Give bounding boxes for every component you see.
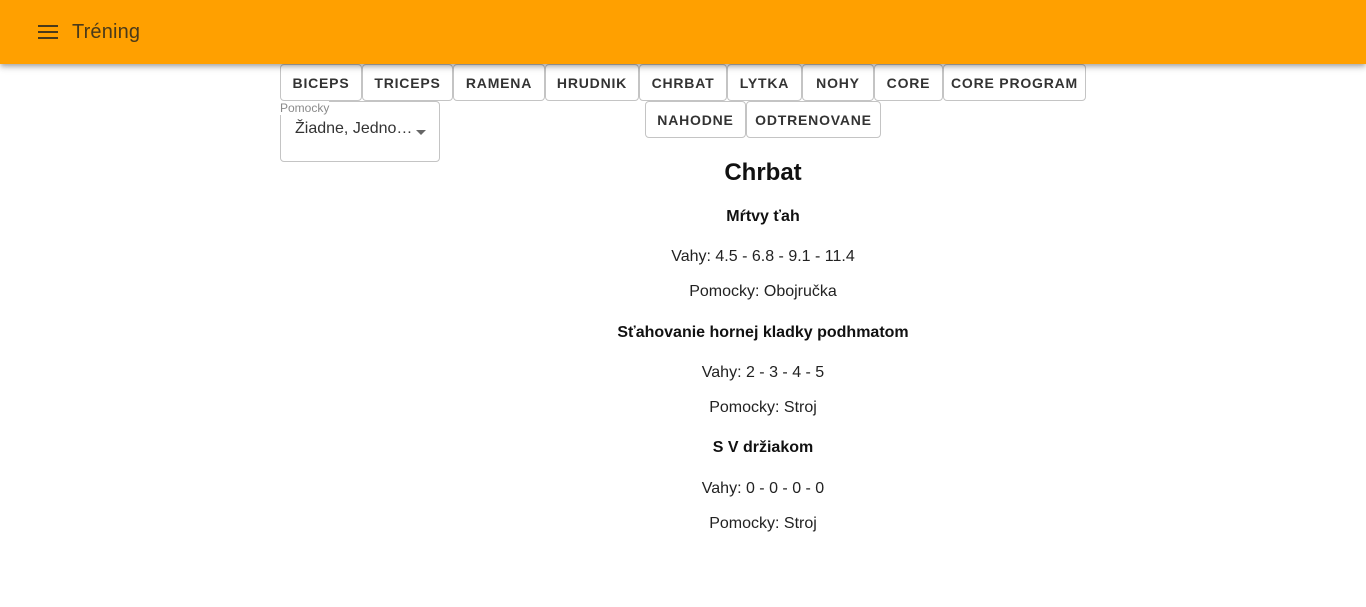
exercise-tools: Pomocky: Stroj <box>709 399 817 416</box>
section-title: Chrbat <box>724 159 802 186</box>
category-button-core[interactable]: CORE <box>874 64 943 101</box>
exercise-weights: Vahy: 0 - 0 - 0 - 0 <box>701 480 825 497</box>
category-button-odtrenovane[interactable]: ODTRENOVANE <box>746 101 881 138</box>
menu-icon <box>38 25 58 39</box>
exercise-name: S V držiakom <box>712 439 814 456</box>
category-button-ramena[interactable]: RAMENA <box>453 64 545 101</box>
category-button-hrudnik[interactable]: HRUDNIK <box>545 64 639 101</box>
app-title: Tréning <box>72 20 141 43</box>
exercise-name: Sťahovanie hornej kladky podhmatom <box>617 324 909 341</box>
menu-button[interactable] <box>24 8 72 56</box>
category-button-lytka[interactable]: LYTKA <box>727 64 802 101</box>
dropdown-arrow-icon <box>416 130 426 135</box>
exercise-tools: Pomocky: Stroj <box>709 515 817 532</box>
category-button-chrbat[interactable]: CHRBAT <box>639 64 727 101</box>
category-button-triceps[interactable]: TRICEPS <box>362 64 453 101</box>
category-button-biceps[interactable]: BICEPS <box>280 64 362 101</box>
exercise-tools: Pomocky: Obojručka <box>689 283 837 300</box>
pomocky-select-value: Žiadne, Jedno… <box>295 120 413 137</box>
exercise-weights: Vahy: 2 - 3 - 4 - 5 <box>701 364 825 381</box>
category-button-nahodne[interactable]: NAHODNE <box>645 101 746 138</box>
exercise-name: Mŕtvy ťah <box>726 208 800 225</box>
app-bar: Tréning <box>0 0 1366 64</box>
category-button-nohy[interactable]: NOHY <box>802 64 874 101</box>
pomocky-select-label: Pomocky <box>280 101 330 115</box>
category-button-core-program[interactable]: CORE PROGRAM <box>943 64 1086 101</box>
exercise-weights: Vahy: 4.5 - 6.8 - 9.1 - 11.4 <box>671 248 855 265</box>
